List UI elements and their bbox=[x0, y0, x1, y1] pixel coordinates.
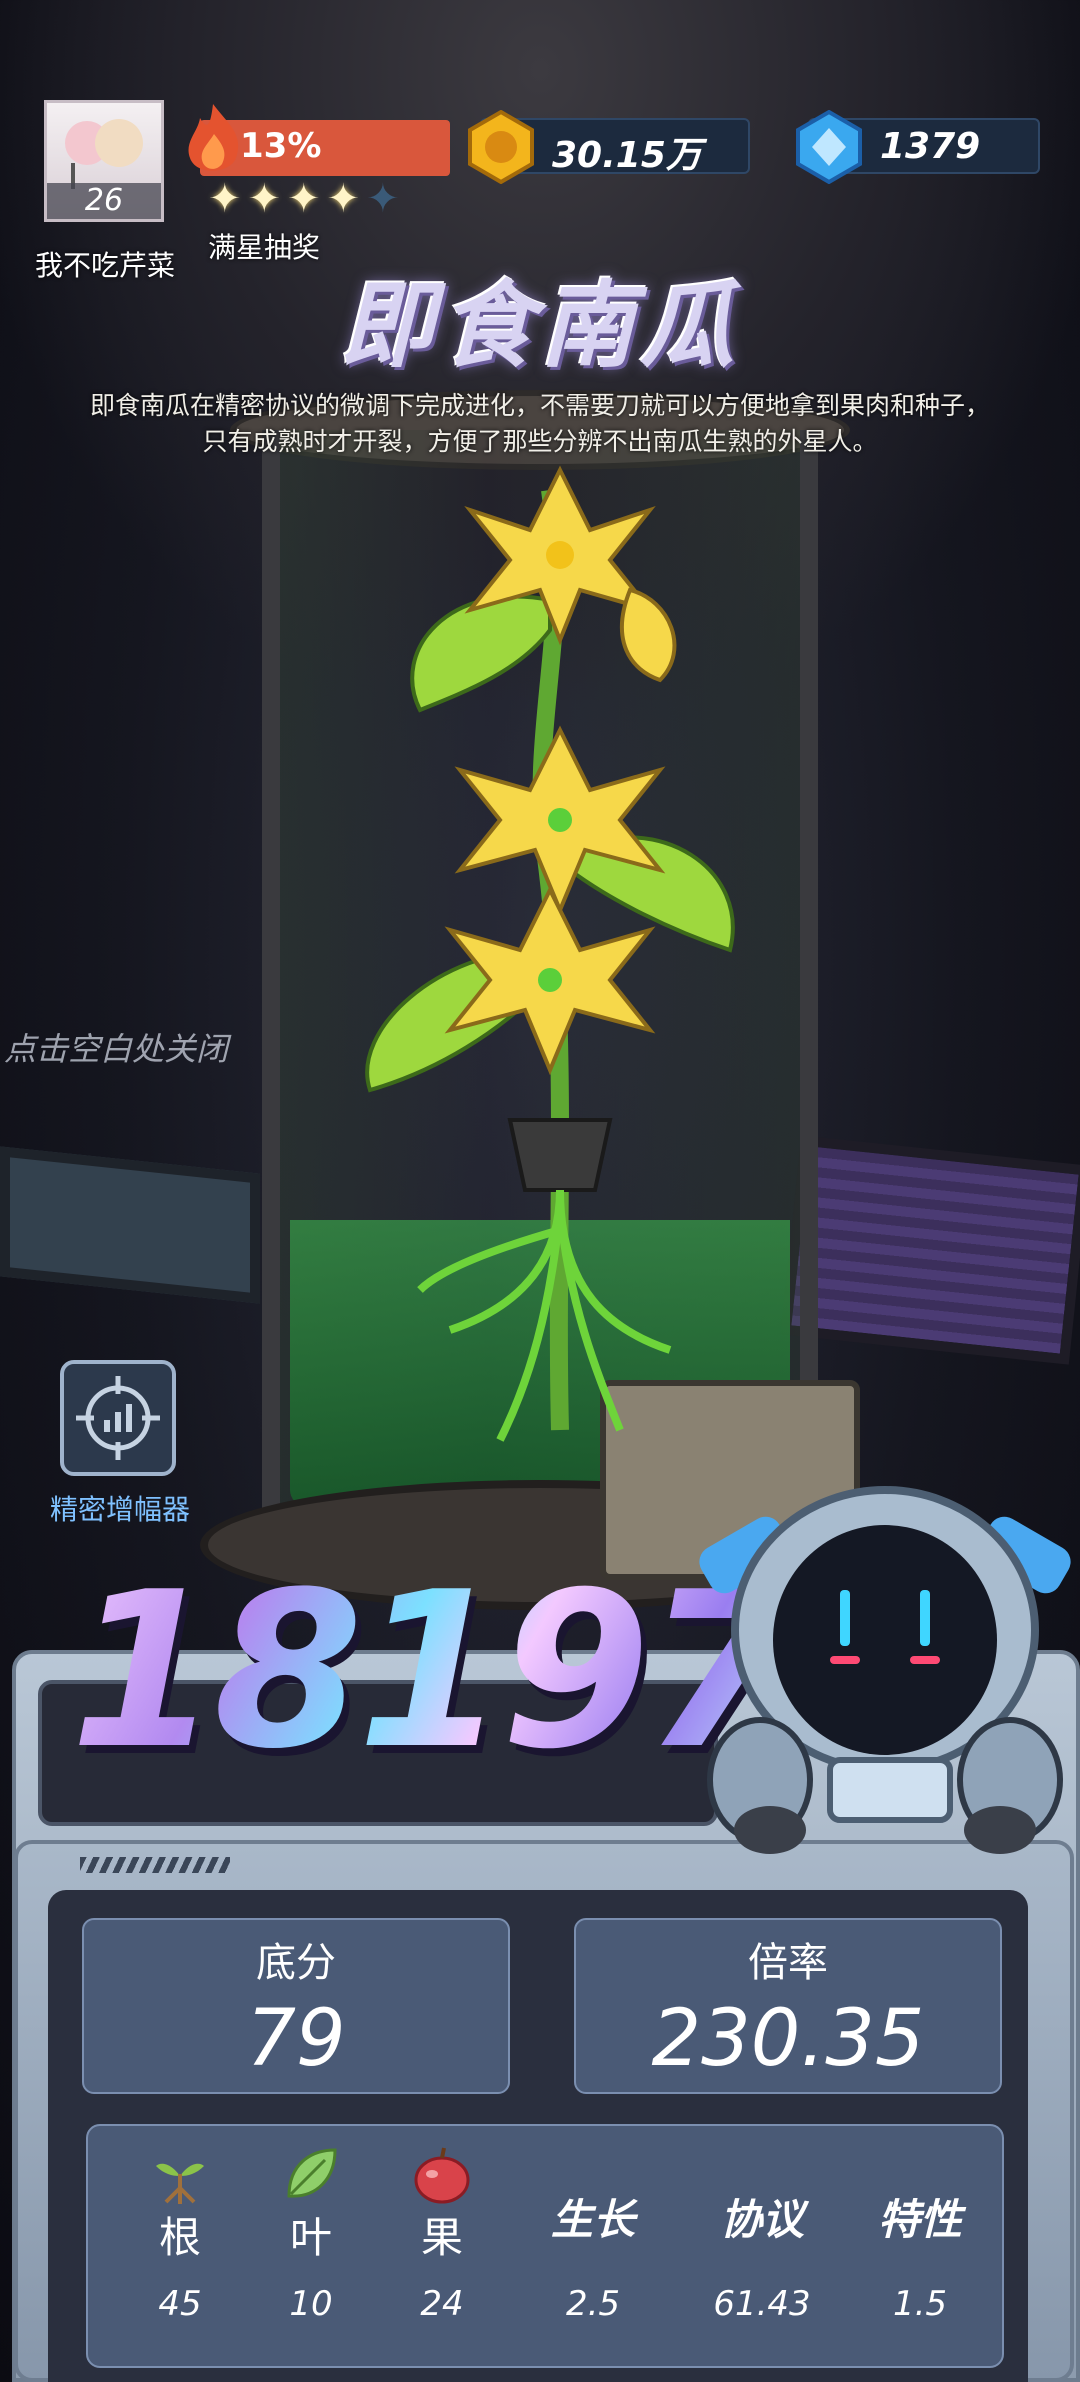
attribute-label: 协议 bbox=[719, 2195, 804, 2244]
attribute-label: 根 bbox=[158, 2213, 201, 2262]
base-score-box: 底分 79 bbox=[82, 1918, 510, 2094]
gem-amount: 1379 bbox=[880, 126, 981, 167]
sprout-icon bbox=[156, 2163, 204, 2204]
pumpkin-plant-illustration bbox=[365, 465, 735, 1442]
total-score: 18197 bbox=[70, 1545, 794, 1796]
star-empty-icon: ✦ bbox=[366, 176, 400, 222]
star-icon: ✦ bbox=[326, 176, 361, 222]
attribute-label: 果 bbox=[420, 2213, 463, 2262]
star-rating: ✦ ✦ ✦ ✦ ✦ bbox=[208, 176, 458, 222]
attribute-leaf: 叶 10 bbox=[251, 2126, 371, 2370]
star-icon: ✦ bbox=[247, 176, 282, 222]
coin-counter[interactable]: 30.15万 bbox=[468, 110, 750, 184]
attribute-label: 叶 bbox=[289, 2213, 332, 2262]
player-avatar[interactable]: 26 bbox=[44, 100, 164, 222]
gem-icon bbox=[796, 110, 862, 184]
coin-icon bbox=[468, 110, 534, 184]
apple-icon bbox=[414, 2147, 470, 2204]
attribute-label: 生长 bbox=[550, 2195, 635, 2244]
flame-icon bbox=[188, 104, 239, 171]
item-description: 即食南瓜在精密协议的微调下完成进化，不需要刀就可以方便地拿到果肉和种子，只有成熟… bbox=[89, 391, 990, 456]
attribute-root: 根 45 bbox=[120, 2126, 240, 2370]
item-title: 即食南瓜 bbox=[339, 272, 740, 381]
coin-amount: 30.15万 bbox=[552, 135, 702, 176]
robot-mascot bbox=[699, 1486, 1071, 1854]
attribute-value: 2.5 bbox=[565, 2284, 621, 2324]
gem-counter[interactable]: 1379 bbox=[796, 110, 1040, 184]
right-monitor bbox=[780, 1135, 1080, 1365]
target-chart-icon bbox=[76, 1376, 160, 1460]
left-monitor bbox=[0, 1146, 260, 1304]
multiplier-value: 230.35 bbox=[651, 1994, 925, 2084]
multiplier-label: 倍率 bbox=[748, 1940, 828, 1986]
attribute-value: 24 bbox=[420, 2284, 464, 2324]
heat-percent: 13% bbox=[240, 126, 322, 166]
attribute-growth: 生长 2.5 bbox=[533, 2126, 653, 2370]
tap-to-close-hint: 点击空白处关闭 bbox=[4, 1030, 229, 1068]
attribute-value: 10 bbox=[289, 2284, 333, 2324]
precision-amplifier-button[interactable] bbox=[60, 1360, 176, 1476]
attribute-trait: 特性 1.5 bbox=[860, 2126, 980, 2370]
base-score-label: 底分 bbox=[256, 1940, 336, 1986]
attribute-fruit: 果 24 bbox=[382, 2126, 502, 2370]
star-icon: ✦ bbox=[287, 176, 321, 222]
base-score-value: 79 bbox=[246, 1994, 346, 2084]
attribute-value: 61.43 bbox=[713, 2284, 811, 2324]
attribute-value: 45 bbox=[158, 2284, 202, 2324]
player-level: 26 bbox=[47, 183, 161, 219]
avatar-portrait bbox=[65, 119, 143, 189]
multiplier-box: 倍率 230.35 bbox=[574, 1918, 1002, 2094]
leaf-icon bbox=[287, 2148, 337, 2198]
attribute-label: 特性 bbox=[877, 2195, 962, 2244]
star-icon: ✦ bbox=[208, 176, 242, 222]
attribute-panel: 根 45 叶 10 果 24 生长 2.5 协议 61.43 特性 1.5 bbox=[86, 2124, 1004, 2368]
attribute-protocol: 协议 61.43 bbox=[702, 2126, 822, 2370]
panel-stripes bbox=[80, 1857, 230, 1873]
attribute-value: 1.5 bbox=[892, 2284, 948, 2324]
precision-amplifier-label: 精密增幅器 bbox=[49, 1493, 190, 1526]
